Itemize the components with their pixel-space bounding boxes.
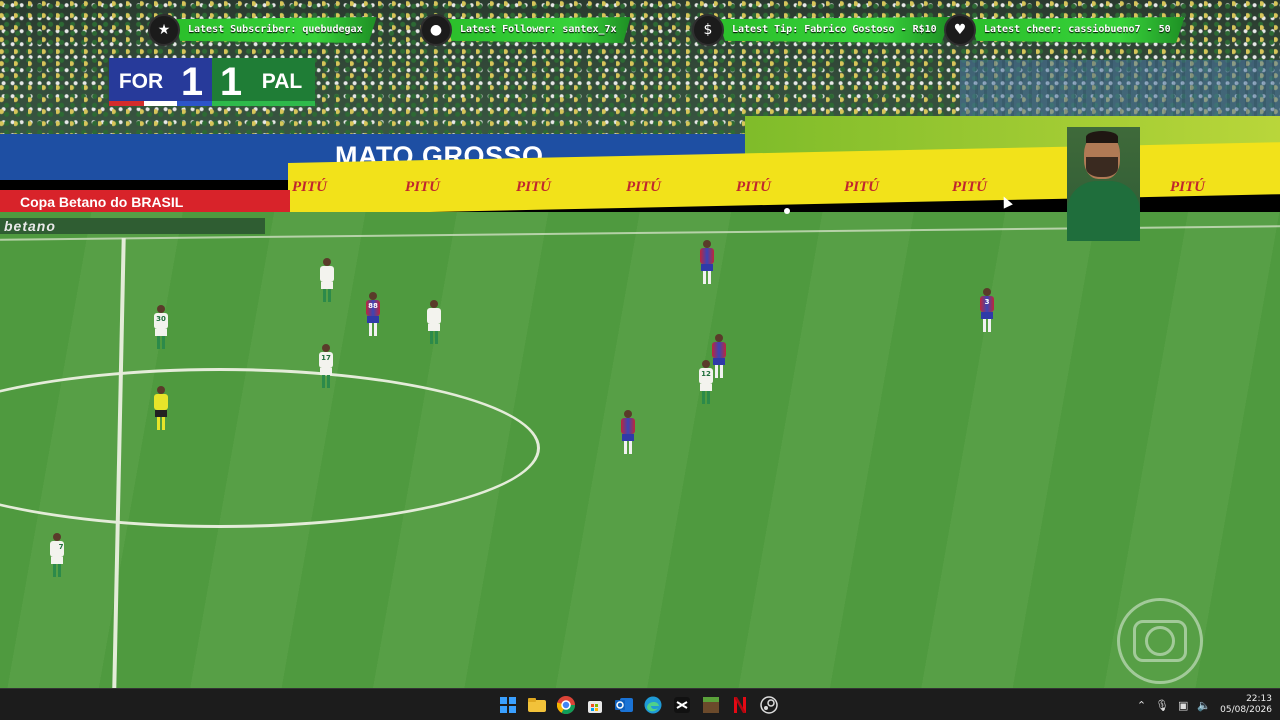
- alert-subscriber: ★ Latest Subscriber: quebudegax: [148, 14, 377, 46]
- home-score: 1: [180, 59, 204, 104]
- alert-text: Latest Subscriber: quebudegax: [174, 17, 377, 43]
- taskbar-apps: [496, 689, 781, 720]
- shirt-number: 7: [58, 543, 64, 551]
- player-fortaleza: [712, 334, 726, 378]
- home-team-label: FOR: [118, 70, 164, 93]
- clock-date: 05/08/2026: [1220, 705, 1272, 715]
- clock-time: 22:13: [1246, 694, 1272, 704]
- file-explorer-icon[interactable]: [525, 693, 549, 717]
- taskbar: ⌃ 🎙 ▣ 🔈 22:13 05/08/2026: [0, 688, 1280, 720]
- stream-screen: { "broadcast": { "venue_board": "MATO GR…: [0, 0, 1280, 720]
- player-palmeiras: [320, 258, 334, 302]
- minecraft-icon[interactable]: [699, 693, 723, 717]
- outlook-icon[interactable]: [612, 693, 636, 717]
- volume-icon[interactable]: 🔈: [1197, 699, 1211, 712]
- capcut-icon[interactable]: [670, 693, 694, 717]
- alert-text: Latest Tip: Fabrico Gostoso - R$10: [718, 17, 951, 43]
- player-palmeiras: [427, 300, 441, 344]
- player-palmeiras: 7: [50, 533, 72, 633]
- sponsor-text: PITÚ: [516, 179, 551, 195]
- away-score: 1: [219, 59, 243, 104]
- alert-follower: ● Latest Follower: santex_7x: [420, 14, 631, 46]
- ball: [784, 208, 790, 214]
- alert-cheer: ♥ Latest cheer: cassiobueno7 - 50: [944, 14, 1185, 46]
- player-palmeiras: 12: [699, 360, 713, 432]
- windows-start-icon[interactable]: [496, 693, 520, 717]
- player-fortaleza: 3: [980, 288, 994, 356]
- player-fortaleza: 88: [366, 292, 380, 336]
- scoreboard-away: 1 PAL: [212, 58, 315, 106]
- sponsor-text: PITÚ: [1170, 179, 1205, 195]
- shirt-number: 30: [156, 315, 166, 323]
- shirt-number: 88: [368, 302, 378, 310]
- chrome-icon[interactable]: [554, 693, 578, 717]
- star-icon: ★: [148, 14, 180, 46]
- person-icon: ●: [420, 14, 452, 46]
- globo-logo-dot: [1145, 626, 1175, 656]
- competition-text: Copa Betano do BRASIL: [20, 194, 184, 210]
- sponsor-text: PITÚ: [952, 179, 987, 195]
- player-fortaleza: [621, 410, 635, 496]
- player-palmeiras: 30: [154, 305, 168, 349]
- edge-icon[interactable]: [641, 693, 665, 717]
- sponsor-text: PITÚ: [626, 179, 661, 195]
- heart-icon: ♥: [944, 14, 976, 46]
- alert-tip: $ Latest Tip: Fabrico Gostoso - R$10: [692, 14, 951, 46]
- dollar-icon: $: [692, 14, 724, 46]
- scoreboard: FOR 1 1 PAL: [109, 58, 315, 106]
- away-team-label: PAL: [261, 70, 303, 93]
- shirt-number: 12: [701, 370, 711, 378]
- shirt-number: 3: [984, 298, 990, 306]
- shirt-number: 17: [321, 354, 331, 362]
- system-tray: ⌃ 🎙 ▣ 🔈 22:13 05/08/2026: [1137, 689, 1272, 720]
- chevron-up-icon[interactable]: ⌃: [1137, 699, 1146, 712]
- sponsor-text: PITÚ: [844, 179, 879, 195]
- empty-seats: [960, 60, 1280, 120]
- microphone-icon[interactable]: 🎙: [1155, 699, 1169, 712]
- sponsor-text: PITÚ: [405, 179, 440, 195]
- store-icon[interactable]: [583, 693, 607, 717]
- sponsor-text: PITÚ: [736, 179, 771, 195]
- player-palmeiras: 17: [319, 344, 333, 420]
- alert-text: Latest cheer: cassiobueno7 - 50: [970, 17, 1185, 43]
- netflix-icon[interactable]: [728, 693, 752, 717]
- steam-icon[interactable]: [757, 693, 781, 717]
- network-icon[interactable]: ▣: [1178, 699, 1188, 712]
- streamer-webcam: [1067, 127, 1140, 241]
- player-fortaleza: [700, 240, 714, 284]
- scoreboard-home: FOR 1: [109, 58, 212, 106]
- sponsor-text: PITÚ: [292, 179, 327, 195]
- clock[interactable]: 22:13 05/08/2026: [1220, 694, 1272, 716]
- betano-band: betano: [0, 218, 265, 234]
- alert-text: Latest Follower: santex_7x: [446, 17, 631, 43]
- referee: [154, 386, 168, 472]
